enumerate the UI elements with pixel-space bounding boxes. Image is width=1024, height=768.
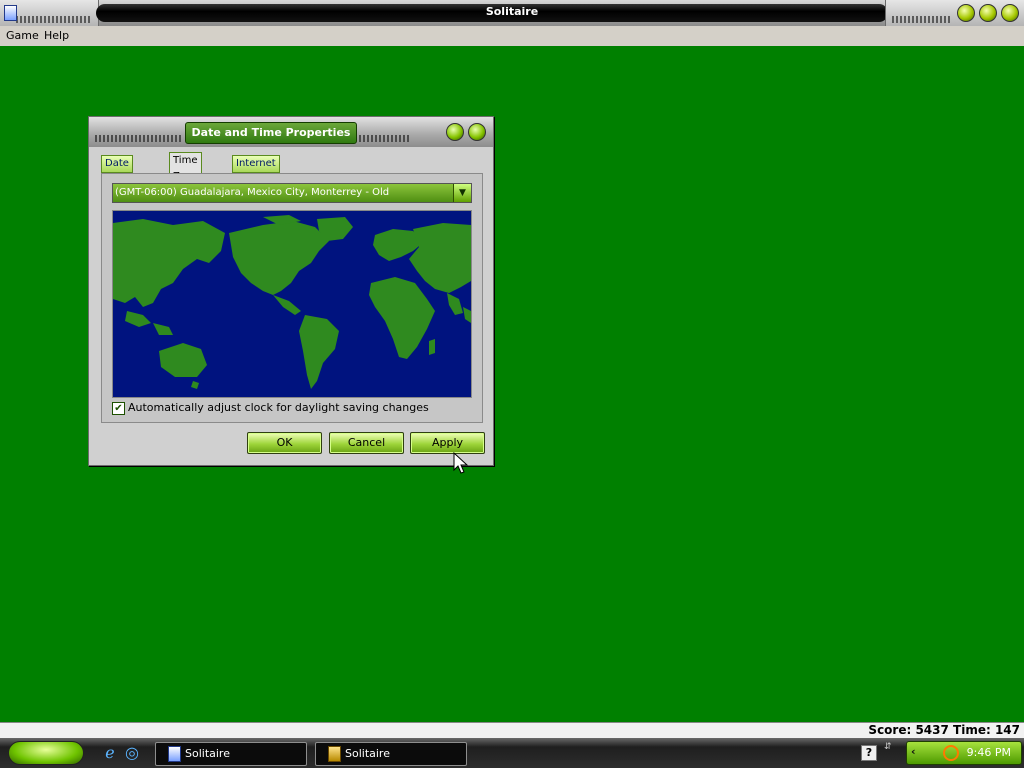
desktop-icon[interactable]: ◎ xyxy=(124,745,140,761)
map-asia-west xyxy=(113,219,225,307)
cancel-button[interactable]: Cancel xyxy=(329,432,404,454)
map-india xyxy=(447,293,463,315)
system-tray: ‹ 9:46 PM xyxy=(906,741,1022,765)
titlebar-grille xyxy=(892,16,952,23)
dialog-titlebar[interactable]: Date and Time Properties xyxy=(89,117,493,147)
map-central-america xyxy=(273,295,301,315)
taskbar-button-solitaire-2[interactable]: Solitaire xyxy=(315,742,467,766)
clock[interactable]: 9:46 PM xyxy=(967,746,1011,759)
chevron-left-icon[interactable]: ‹ xyxy=(911,745,916,758)
tab-internet-time[interactable]: Internet Time xyxy=(232,155,280,185)
help-icon[interactable]: ? xyxy=(861,745,877,761)
window-titlebar[interactable]: Solitaire xyxy=(0,0,1024,26)
dst-checkbox[interactable]: ✔ xyxy=(112,402,125,415)
dst-label[interactable]: Automatically adjust clock for daylight … xyxy=(128,401,429,414)
timezone-selected-value[interactable]: (GMT-06:00) Guadalajara, Mexico City, Mo… xyxy=(113,184,453,202)
timezone-dropdown[interactable]: (GMT-06:00) Guadalajara, Mexico City, Mo… xyxy=(112,183,472,203)
score-time-status: Score: 5437 Time: 147 xyxy=(868,723,1020,737)
menu-help[interactable]: Help xyxy=(44,29,69,42)
taskbar-button-label: Solitaire xyxy=(185,747,230,760)
map-australia xyxy=(159,343,207,377)
date-time-properties-dialog: Date and Time Properties Date & Time Tim… xyxy=(88,116,494,466)
internet-explorer-icon[interactable]: ℯ xyxy=(102,745,118,761)
apply-button[interactable]: Apply xyxy=(410,432,485,454)
tray-app-icon xyxy=(328,746,341,762)
minimize-button[interactable] xyxy=(957,4,975,22)
map-africa xyxy=(369,277,435,359)
dialog-titlebar-grille xyxy=(95,135,183,142)
search-icon[interactable] xyxy=(943,745,959,761)
taskbar: ℯ ◎ Solitaire Solitaire ? ⇵ ‹ 9:46 PM xyxy=(0,738,1024,768)
time-zone-panel: (GMT-06:00) Guadalajara, Mexico City, Mo… xyxy=(101,173,483,423)
map-madagascar xyxy=(429,339,435,355)
dialog-title: Date and Time Properties xyxy=(185,122,357,144)
world-map-image xyxy=(113,215,471,389)
dialog-help-button[interactable] xyxy=(446,123,464,141)
window-title: Solitaire xyxy=(485,5,539,18)
mouse-cursor-icon xyxy=(453,451,469,477)
menu-game[interactable]: Game xyxy=(6,29,39,42)
tab-date-time[interactable]: Date & Time xyxy=(101,155,134,201)
map-north-america xyxy=(229,221,329,295)
dialog-titlebar-grille xyxy=(359,135,411,142)
network-icon[interactable]: ⇵ xyxy=(884,742,896,762)
map-islands xyxy=(153,323,173,335)
taskbar-button-label: Solitaire xyxy=(345,747,390,760)
menu-bar: Game Help xyxy=(0,26,1024,46)
tab-time-zone[interactable]: Time Zone xyxy=(169,152,203,182)
maximize-button[interactable] xyxy=(979,4,997,22)
map-islands xyxy=(125,311,151,327)
close-button[interactable] xyxy=(1001,4,1019,22)
chevron-down-icon[interactable]: ▼ xyxy=(453,184,471,202)
taskbar-button-solitaire[interactable]: Solitaire xyxy=(155,742,307,766)
map-asia-east xyxy=(409,223,471,293)
world-map xyxy=(112,210,472,398)
dialog-close-button[interactable] xyxy=(468,123,486,141)
map-islands xyxy=(191,381,199,389)
map-islands xyxy=(463,307,471,323)
map-south-america xyxy=(299,315,339,389)
start-button[interactable] xyxy=(8,741,84,765)
solitaire-card-icon xyxy=(168,746,181,762)
status-bar: Score: 5437 Time: 147 xyxy=(0,722,1024,739)
ok-button[interactable]: OK xyxy=(247,432,322,454)
